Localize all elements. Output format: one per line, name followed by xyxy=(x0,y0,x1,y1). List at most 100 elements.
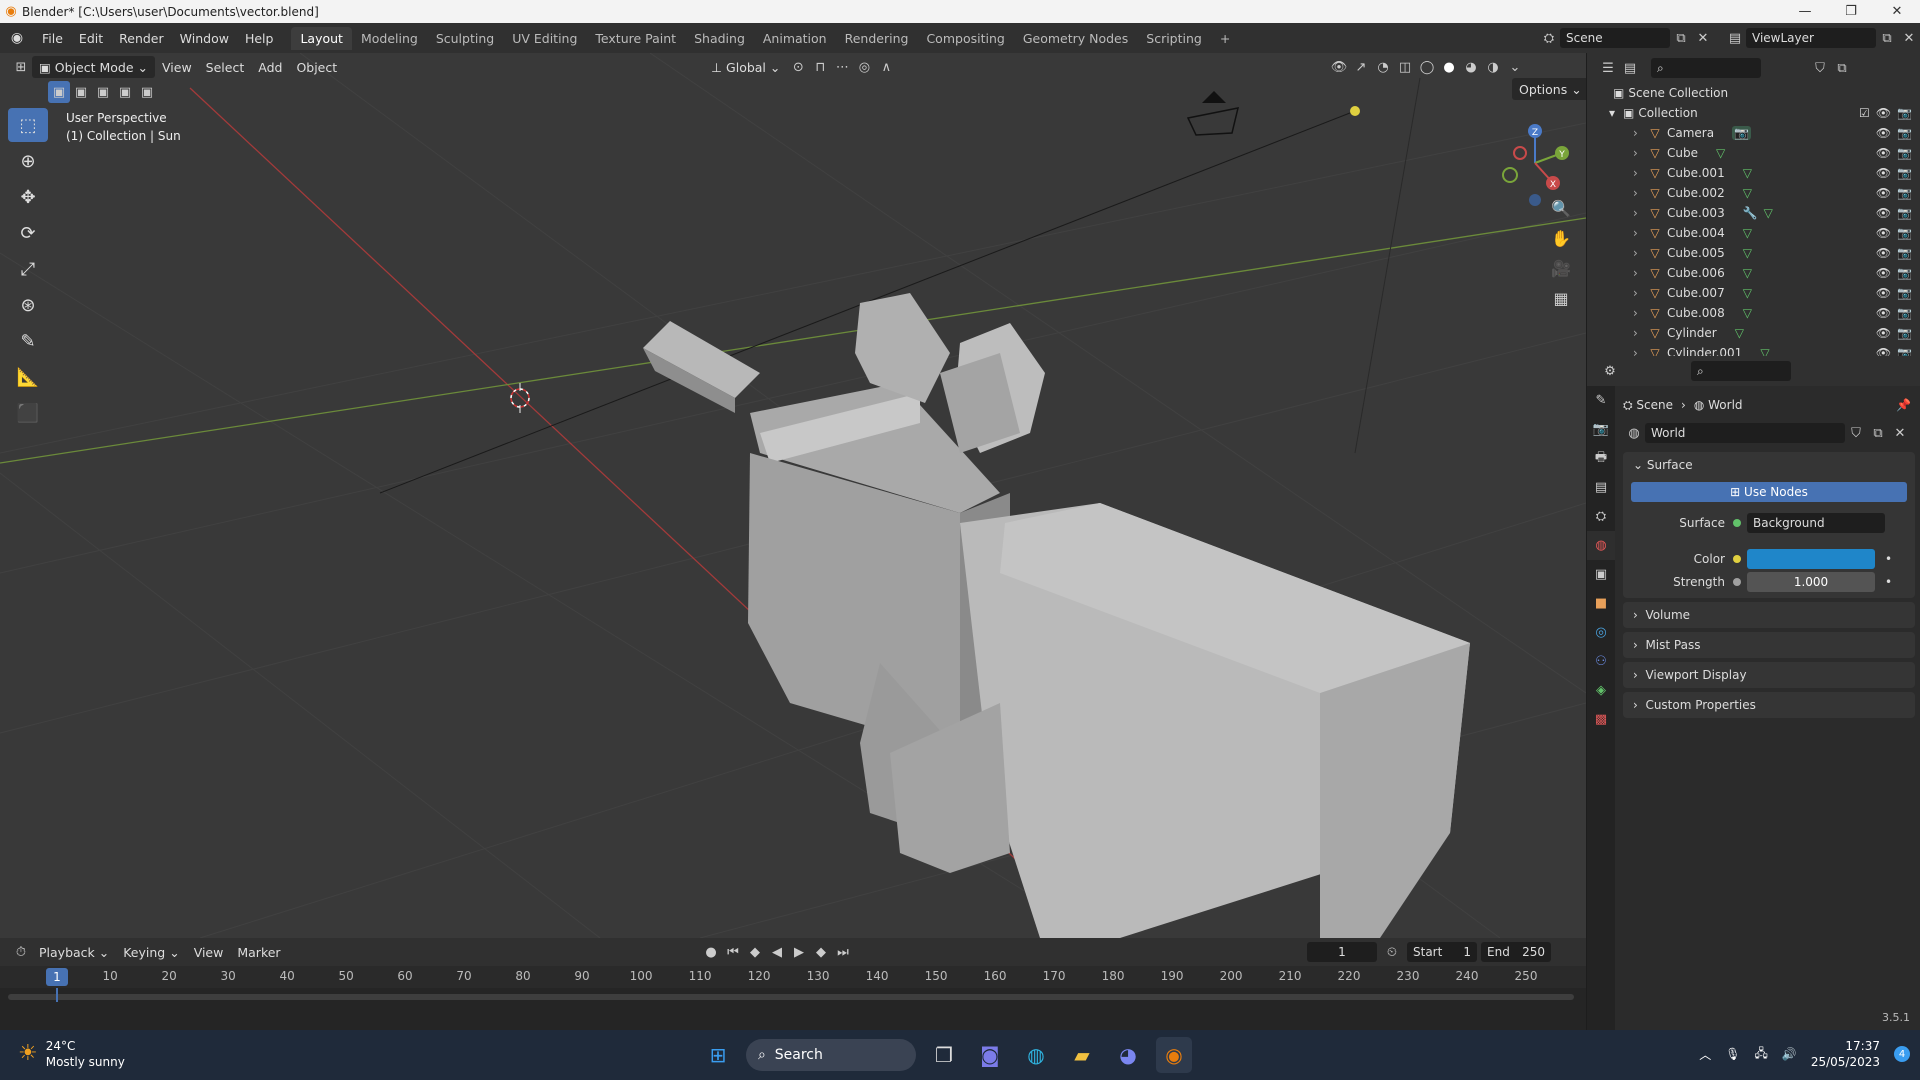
eye-icon[interactable]: 👁 xyxy=(1876,286,1891,300)
cursor-tool-icon[interactable]: ⊕ xyxy=(8,144,48,178)
viewport-menu-object[interactable]: Object xyxy=(289,56,344,78)
next-keyframe-icon[interactable]: ◆ xyxy=(810,941,832,963)
tab-geometry-nodes[interactable]: Geometry Nodes xyxy=(1014,27,1137,50)
restore-icon[interactable]: ❐ xyxy=(1828,0,1874,23)
timeline-menu-marker[interactable]: Marker xyxy=(230,941,287,963)
object-mode-dropdown[interactable]: ▣ Object Mode ⌄ xyxy=(32,56,155,78)
end-frame-field[interactable]: End 250 xyxy=(1481,942,1551,962)
solid-shading-icon[interactable]: ● xyxy=(1438,56,1460,78)
pan-hand-icon[interactable]: ✋ xyxy=(1547,223,1575,253)
blender-menu-icon[interactable]: ◉ xyxy=(0,30,34,46)
viewport-menu-select[interactable]: Select xyxy=(199,56,252,78)
mesh-data-icon[interactable]: ▽ xyxy=(1743,286,1752,300)
select-new-icon[interactable]: ▣ xyxy=(48,81,70,103)
mesh-data-icon[interactable]: ▽ xyxy=(1743,186,1752,200)
tab-sculpting[interactable]: Sculpting xyxy=(427,27,503,50)
render-tab-icon[interactable]: 📷 xyxy=(1587,415,1615,444)
eye-icon[interactable]: 👁 xyxy=(1876,186,1891,200)
render-camera-icon[interactable]: 📷 xyxy=(1897,126,1912,140)
pin-icon[interactable]: 📌 xyxy=(1896,398,1911,412)
select-intersect-icon[interactable]: ▣ xyxy=(136,81,158,103)
panel-header[interactable]: › Custom Properties xyxy=(1623,692,1915,718)
render-camera-icon[interactable]: 📷 xyxy=(1897,226,1912,240)
volume-icon[interactable]: 🔊 xyxy=(1782,1047,1797,1061)
outliner-item[interactable]: › ▽ Cube.004 ▽ 👁 📷 xyxy=(1587,223,1920,243)
auto-key-icon[interactable]: ● xyxy=(700,941,722,963)
eye-icon[interactable]: 👁 xyxy=(1876,146,1891,160)
scene-field[interactable]: Scene xyxy=(1560,28,1670,48)
collapsed-panel[interactable]: › Mist Pass xyxy=(1623,632,1915,658)
filter-icon[interactable]: ⛉ xyxy=(1809,57,1831,79)
collapsed-panel[interactable]: › Custom Properties xyxy=(1623,692,1915,718)
ortho-toggle-icon[interactable]: ▦ xyxy=(1547,283,1575,313)
microphone-icon[interactable]: 🎙 xyxy=(1725,1047,1740,1061)
expand-arrow-icon[interactable]: ▾ xyxy=(1609,106,1623,120)
falloff-icon[interactable]: ∧ xyxy=(875,56,897,78)
eye-icon[interactable]: 👁 xyxy=(1876,106,1891,120)
new-view-layer-icon[interactable]: ⧉ xyxy=(1876,27,1898,49)
timeline-body[interactable] xyxy=(0,988,1586,1030)
texture-tab-icon[interactable]: ▩ xyxy=(1587,705,1615,734)
taskbar-search[interactable]: ⌕ Search xyxy=(746,1039,916,1071)
measure-tool-icon[interactable]: 📐 xyxy=(8,360,48,394)
timeline-scrollbar[interactable] xyxy=(8,994,1574,1000)
close-icon[interactable]: ✕ xyxy=(1874,0,1920,23)
tab-rendering[interactable]: Rendering xyxy=(836,27,918,50)
discord-icon[interactable]: ◕ xyxy=(1110,1037,1146,1073)
surface-shader-field[interactable]: Background xyxy=(1747,513,1885,533)
render-camera-icon[interactable]: 📷 xyxy=(1897,146,1912,160)
menu-help[interactable]: Help xyxy=(237,31,282,46)
teams-chat-icon[interactable]: ◙ xyxy=(972,1037,1008,1073)
outliner-item[interactable]: › ▽ Cube.003 🔧 ▽ 👁 📷 xyxy=(1587,203,1920,223)
expand-arrow-icon[interactable]: › xyxy=(1633,266,1647,280)
expand-arrow-icon[interactable]: › xyxy=(1633,206,1647,220)
shading-options-icon[interactable]: ⌄ xyxy=(1504,56,1526,78)
expand-arrow-icon[interactable]: › xyxy=(1633,226,1647,240)
mesh-data-icon[interactable]: ▽ xyxy=(1743,306,1752,320)
weather-widget[interactable]: ☀ 24°C Mostly sunny xyxy=(18,1038,125,1070)
expand-arrow-icon[interactable]: › xyxy=(1633,126,1647,140)
new-scene-icon[interactable]: ⧉ xyxy=(1670,27,1692,49)
render-camera-icon[interactable]: 📷 xyxy=(1897,246,1912,260)
delete-scene-icon[interactable]: ✕ xyxy=(1692,27,1714,49)
duplicate-world-icon[interactable]: ⧉ xyxy=(1867,422,1889,444)
chevron-up-icon[interactable]: ︿ xyxy=(1699,1046,1711,1063)
timeline-menu-playback[interactable]: Playback ⌄ xyxy=(32,941,116,963)
viewport-menu-view[interactable]: View xyxy=(155,56,199,78)
sun-light[interactable] xyxy=(1350,106,1360,116)
transform-tool-icon[interactable]: ⊛ xyxy=(8,288,48,322)
physics-tab-icon[interactable]: ◎ xyxy=(1587,618,1615,647)
panel-header[interactable]: › Volume xyxy=(1623,602,1915,628)
snap-target-icon[interactable]: ⋯ xyxy=(831,56,853,78)
play-icon[interactable]: ▶ xyxy=(788,941,810,963)
render-camera-icon[interactable]: 📷 xyxy=(1897,326,1912,340)
transform-orientation-dropdown[interactable]: ⊥ Global ⌄ xyxy=(704,56,787,78)
mesh-data-icon[interactable]: ▽ xyxy=(1735,326,1744,340)
minimize-icon[interactable]: — xyxy=(1782,0,1828,23)
pivot-point-icon[interactable]: ⊙ xyxy=(787,56,809,78)
outliner-item[interactable]: › ▽ Cube.008 ▽ 👁 📷 xyxy=(1587,303,1920,323)
select-box-tool-icon[interactable]: ⬚ xyxy=(8,108,48,142)
rotate-tool-icon[interactable]: ⟳ xyxy=(8,216,48,250)
scale-tool-icon[interactable]: ⤢ xyxy=(8,252,48,286)
expand-arrow-icon[interactable]: › xyxy=(1633,166,1647,180)
expand-arrow-icon[interactable]: › xyxy=(1633,246,1647,260)
world-tab-icon[interactable]: ◍ xyxy=(1587,531,1615,560)
snap-icon[interactable]: ⊓ xyxy=(809,56,831,78)
camera-data-icon[interactable]: 📷 xyxy=(1732,126,1752,140)
fake-user-icon[interactable]: ⛉ xyxy=(1845,422,1867,444)
expand-arrow-icon[interactable]: › xyxy=(1633,186,1647,200)
display-mode-icon[interactable]: ▤ xyxy=(1619,57,1641,79)
menu-edit[interactable]: Edit xyxy=(71,31,111,46)
expand-arrow-icon[interactable]: › xyxy=(1633,326,1647,340)
strength-field[interactable]: 1.000 xyxy=(1747,572,1875,592)
color-swatch[interactable] xyxy=(1747,549,1875,569)
outliner-item[interactable]: › ▽ Cube.006 ▽ 👁 📷 xyxy=(1587,263,1920,283)
mesh-data-icon[interactable]: ▽ xyxy=(1743,246,1752,260)
tab-scripting[interactable]: Scripting xyxy=(1137,27,1211,50)
object-tab-icon[interactable]: ■ xyxy=(1587,589,1615,618)
properties-search-input[interactable]: ⌕ xyxy=(1691,361,1791,381)
expand-arrow-icon[interactable]: › xyxy=(1633,286,1647,300)
material-shading-icon[interactable]: ◕ xyxy=(1460,56,1482,78)
collapsed-panel[interactable]: › Viewport Display xyxy=(1623,662,1915,688)
